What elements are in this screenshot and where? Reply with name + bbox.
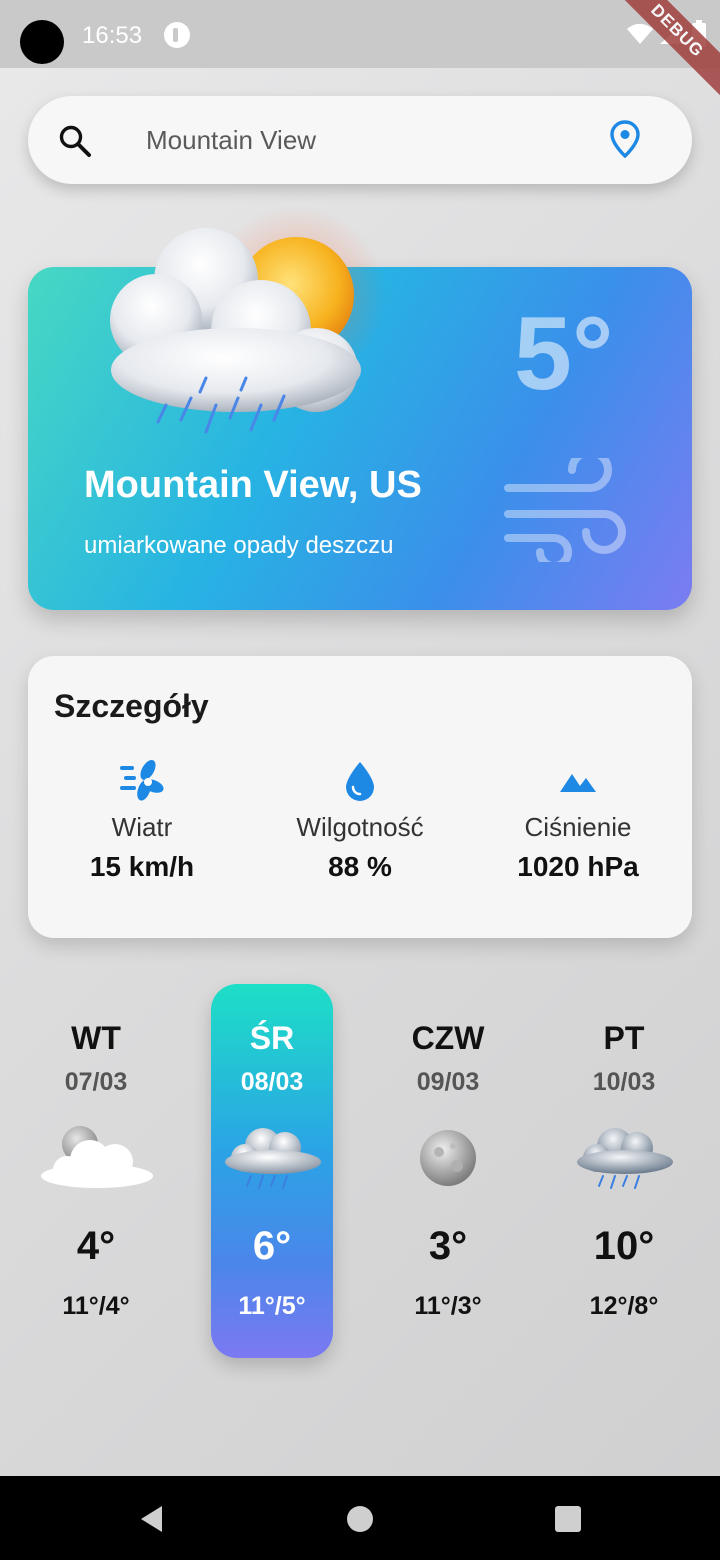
- app-notification-icon: [164, 22, 190, 48]
- status-bar: 16:53 DEBUG: [0, 0, 720, 109]
- sun-cloud-rain-icon: [110, 205, 386, 434]
- city-name: Mountain View, US: [84, 464, 422, 506]
- current-temperature: 5°: [514, 296, 614, 412]
- wind-icon: [504, 458, 626, 562]
- forecast-day-name: ŚR: [249, 1020, 295, 1056]
- camera-cutout: [20, 20, 64, 64]
- forecast-date: 07/03: [64, 1068, 128, 1096]
- cloud-rain-icon: [225, 1128, 321, 1189]
- forecast-date: 09/03: [416, 1068, 480, 1096]
- detail-pressure: Ciśnienie 1020 hPa: [478, 760, 678, 883]
- moon-cloud-icon: [41, 1126, 153, 1188]
- forecast-day[interactable]: PT 10/03 10° 12°/8°: [563, 984, 685, 1358]
- forecast-day-selected[interactable]: ŚR 08/03 6° 11°/5°: [211, 984, 333, 1358]
- forecast-day-name: WT: [71, 1020, 121, 1056]
- mountains-icon: [560, 774, 596, 792]
- detail-humidity-label: Wilgotność: [296, 812, 424, 842]
- search-input[interactable]: [146, 114, 586, 166]
- details-title: Szczegóły: [54, 688, 209, 724]
- forecast-day[interactable]: CZW 09/03 3° 11°/3°: [387, 984, 509, 1358]
- forecast-range: 11°/5°: [238, 1292, 306, 1320]
- debug-banner: DEBUG: [599, 0, 720, 109]
- forecast-date: 08/03: [240, 1068, 304, 1096]
- cloud-rain-icon: [577, 1128, 673, 1189]
- forecast-date: 10/03: [592, 1068, 656, 1096]
- forecast-temperature: 4°: [76, 1224, 116, 1268]
- forecast-range: 12°/8°: [589, 1292, 659, 1320]
- forecast-day-name: CZW: [411, 1020, 485, 1056]
- wind-turbine-icon: [120, 760, 164, 801]
- location-pin-icon[interactable]: [610, 120, 640, 158]
- detail-humidity-value: 88 %: [328, 851, 392, 882]
- detail-pressure-label: Ciśnienie: [524, 812, 632, 842]
- system-nav-bar: [0, 1476, 720, 1560]
- forecast-day[interactable]: WT 07/03 4° 11°/4°: [35, 984, 157, 1358]
- back-icon[interactable]: [138, 1504, 164, 1534]
- recent-apps-icon[interactable]: [555, 1506, 581, 1532]
- home-icon[interactable]: [347, 1506, 373, 1532]
- search-icon[interactable]: [58, 124, 92, 158]
- forecast-day-name: PT: [603, 1020, 645, 1056]
- detail-wind-value: 15 km/h: [89, 851, 195, 882]
- forecast-temperature: 3°: [428, 1224, 468, 1268]
- detail-humidity: Wilgotność 88 %: [260, 760, 460, 883]
- detail-wind: Wiatr 15 km/h: [42, 760, 242, 883]
- search-bar[interactable]: [28, 96, 692, 184]
- forecast-range: 11°/3°: [414, 1292, 482, 1320]
- detail-pressure-value: 1020 hPa: [517, 851, 639, 882]
- status-time: 16:53: [82, 22, 143, 49]
- forecast-temperature: 6°: [252, 1224, 292, 1268]
- forecast-range: 11°/4°: [62, 1292, 130, 1320]
- water-drop-icon: [346, 762, 374, 801]
- forecast-temperature: 10°: [593, 1224, 655, 1268]
- weather-description: umiarkowane opady deszczu: [84, 532, 394, 559]
- moon-icon: [420, 1130, 476, 1186]
- detail-wind-label: Wiatr: [111, 812, 173, 842]
